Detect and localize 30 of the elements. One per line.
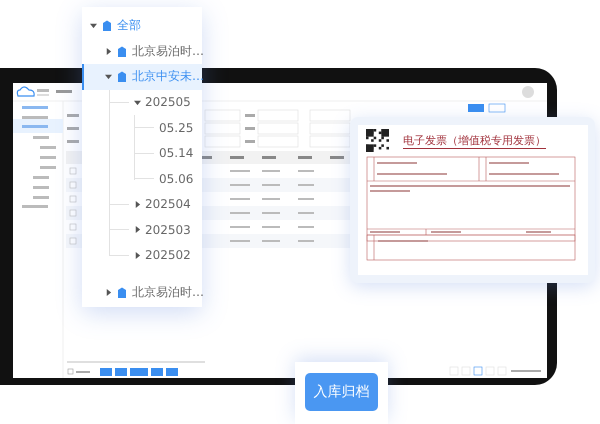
archive-button[interactable]: 入库归档 <box>305 373 378 411</box>
building-icon <box>117 287 127 298</box>
qr-code-icon <box>366 129 389 152</box>
avatar-icon <box>522 86 534 98</box>
query-buttons-drawing <box>468 104 506 112</box>
tree-item[interactable]: 202503 <box>109 217 202 242</box>
tree-item[interactable]: 05.06 <box>134 166 202 192</box>
caret-icon <box>105 73 112 80</box>
invoice-title: 电子发票（增值税专用发票） <box>403 132 546 148</box>
caret-icon <box>134 252 141 259</box>
tree-item[interactable]: 202504 <box>109 192 202 217</box>
tree-item[interactable]: 202502 <box>109 242 202 268</box>
filter-labels-drawing <box>67 114 79 143</box>
tree-item[interactable]: 05.14 <box>134 140 202 166</box>
caret-icon <box>134 98 141 106</box>
caret-icon <box>105 48 112 55</box>
caret-icon <box>90 22 97 30</box>
tree-item[interactable]: 北京易泊时… <box>82 280 202 306</box>
caret-icon <box>105 289 112 296</box>
tree-item[interactable]: 全部 <box>82 13 202 38</box>
app-header-drawing <box>16 86 72 97</box>
tree-item[interactable]: 北京易泊时… <box>82 38 202 64</box>
caret-icon <box>134 200 141 208</box>
building-icon <box>117 46 127 57</box>
building-icon <box>102 20 112 32</box>
building-icon <box>117 71 127 82</box>
caret-icon <box>134 226 141 234</box>
tree-item[interactable]: 05.25 <box>134 115 202 140</box>
tree-item[interactable]: 北京中安未… <box>82 64 202 90</box>
tree-item[interactable]: 202505 <box>109 90 202 115</box>
